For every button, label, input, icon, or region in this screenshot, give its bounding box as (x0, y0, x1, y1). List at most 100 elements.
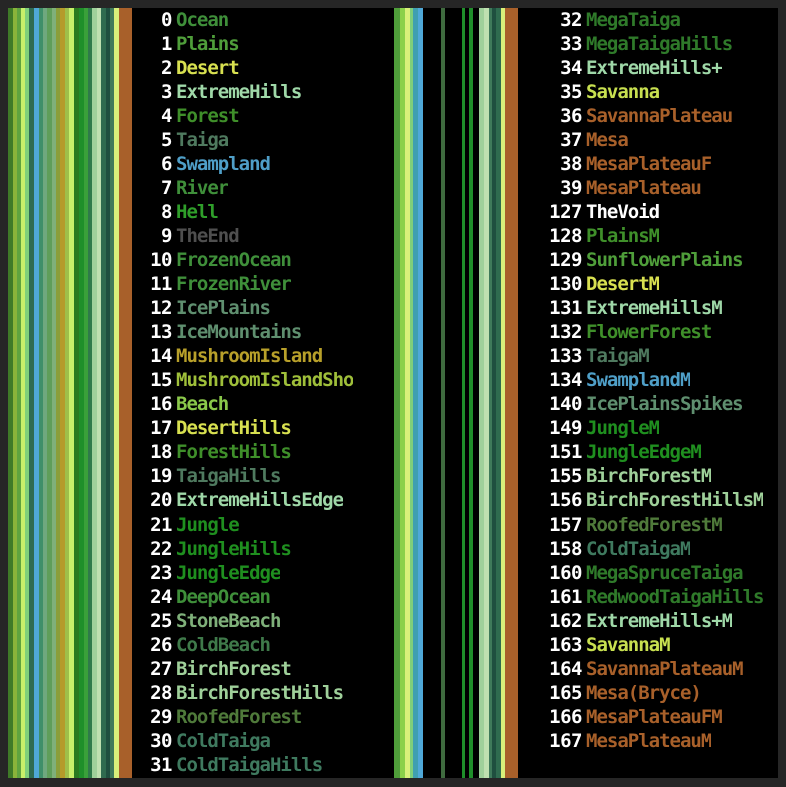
biome-id: 21 (150, 513, 172, 536)
biome-row: 22 JungleHills (132, 537, 390, 561)
biome-row: 164 SavannaPlateauM (524, 657, 778, 681)
biome-name: FlowerForest (586, 323, 712, 343)
biome-id: 24 (150, 585, 172, 608)
biome-id: 38 (560, 152, 582, 175)
biome-name: FrozenOcean (176, 250, 291, 270)
biome-name: StoneBeach (176, 611, 281, 631)
biome-id: 5 (161, 128, 172, 151)
biome-id: 3 (161, 80, 172, 103)
biome-id: 7 (161, 176, 172, 199)
biome-row: 31 ColdTaigaHills (132, 753, 390, 777)
biome-row: 158 ColdTaigaM (524, 537, 778, 561)
biome-row: 131 ExtremeHillsM (524, 297, 778, 321)
biome-row: 34 ExtremeHills+ (524, 56, 778, 80)
biome-id: 22 (150, 537, 172, 560)
biome-row: 25 StoneBeach (132, 609, 390, 633)
biome-name: ExtremeHillsEdge (176, 491, 344, 511)
biome-name: Mesa(Bryce) (586, 683, 701, 703)
biome-name: Jungle (176, 515, 239, 535)
biome-name: MegaTaigaHills (586, 34, 733, 54)
biome-row: 151 JungleEdgeM (524, 441, 778, 465)
biome-id: 128 (549, 224, 582, 247)
biome-id: 30 (150, 729, 172, 752)
biome-id: 131 (549, 297, 582, 320)
biome-id: 17 (150, 417, 172, 440)
biome-name: ExtremeHills (176, 82, 302, 102)
biome-row: 17 DesertHills (132, 417, 390, 441)
color-stripe (444, 8, 462, 778)
biome-row: 0 Ocean (132, 8, 390, 32)
biome-name: MesaPlateau (586, 178, 701, 198)
biome-name: TaigaHills (176, 467, 281, 487)
biome-id: 151 (549, 441, 582, 464)
biome-id: 26 (150, 633, 172, 656)
biome-name: Swampland (176, 154, 270, 174)
biome-name: MesaPlateauM (586, 731, 712, 751)
biome-name: Savanna (586, 82, 660, 102)
biome-name: SunflowerPlains (586, 250, 743, 270)
biome-name: JungleM (586, 419, 660, 439)
color-stripe (422, 8, 442, 778)
biome-row: 3 ExtremeHills (132, 80, 390, 104)
biome-name: IcePlainsSpikes (586, 395, 743, 415)
biome-row: 7 River (132, 176, 390, 200)
biome-id: 27 (150, 657, 172, 680)
biome-row: 1 Plains (132, 32, 390, 56)
biome-row: 30 ColdTaiga (132, 729, 390, 753)
biome-id: 134 (549, 369, 582, 392)
biome-row: 157 RoofedForestM (524, 513, 778, 537)
biome-row: 18 ForestHills (132, 441, 390, 465)
biome-row: 167 MesaPlateauM (524, 729, 778, 753)
biome-row: 39 MesaPlateau (524, 176, 778, 200)
biome-row: 9 TheEnd (132, 224, 390, 248)
biome-id: 16 (150, 393, 172, 416)
biome-row: 2 Desert (132, 56, 390, 80)
biome-id: 127 (549, 200, 582, 223)
biome-row: 140 IcePlainsSpikes (524, 393, 778, 417)
biome-row: 27 BirchForest (132, 657, 390, 681)
biome-row: 29 RoofedForest (132, 705, 390, 729)
biome-id: 158 (549, 537, 582, 560)
biome-row: 6 Swampland (132, 152, 390, 176)
biome-name: ColdTaigaHills (176, 755, 323, 775)
biome-row: 127 TheVoid (524, 200, 778, 224)
biome-row: 5 Taiga (132, 128, 390, 152)
biome-name: DesertM (586, 275, 660, 295)
biome-row: 149 JungleM (524, 417, 778, 441)
biome-id: 166 (549, 705, 582, 728)
biome-name: JungleEdgeM (586, 443, 701, 463)
biome-id: 6 (161, 152, 172, 175)
biome-row: 11 FrozenRiver (132, 273, 390, 297)
biome-row: 130 DesertM (524, 273, 778, 297)
biome-row: 21 Jungle (132, 513, 390, 537)
biome-row: 165 Mesa(Bryce) (524, 681, 778, 705)
biome-row: 163 SavannaM (524, 633, 778, 657)
biome-id: 25 (150, 609, 172, 632)
biome-name: SavannaM (586, 635, 670, 655)
biome-row: 33 MegaTaigaHills (524, 32, 778, 56)
biome-name: DesertHills (176, 419, 291, 439)
biome-row: 155 BirchForestM (524, 465, 778, 489)
biome-row: 133 TaigaM (524, 345, 778, 369)
biome-name: Taiga (176, 130, 229, 150)
biome-id: 11 (150, 273, 172, 296)
biome-row: 32 MegaTaiga (524, 8, 778, 32)
biome-row: 23 JungleEdge (132, 561, 390, 585)
biome-row: 128 PlainsM (524, 224, 778, 248)
biome-name: Desert (176, 58, 239, 78)
biome-id: 29 (150, 705, 172, 728)
biome-id: 1 (161, 32, 172, 55)
biome-row: 19 TaigaHills (132, 465, 390, 489)
biome-name: DeepOcean (176, 587, 270, 607)
biome-row: 166 MesaPlateauFM (524, 705, 778, 729)
biome-name: ExtremeHills+M (586, 611, 733, 631)
color-stripe-band-left (8, 8, 132, 778)
biome-row: 160 MegaSpruceTaiga (524, 561, 778, 585)
biome-name: Mesa (586, 130, 628, 150)
biome-name: SwamplandM (586, 371, 691, 391)
biome-row: 15 MushroomIslandSho (132, 369, 390, 393)
biome-name: FrozenRiver (176, 275, 291, 295)
biome-id: 14 (150, 345, 172, 368)
biome-id: 31 (150, 753, 172, 776)
legend-canvas: 0 Ocean 1 Plains 2 Desert 3 ExtremeHills 4 Forest… (8, 8, 778, 778)
